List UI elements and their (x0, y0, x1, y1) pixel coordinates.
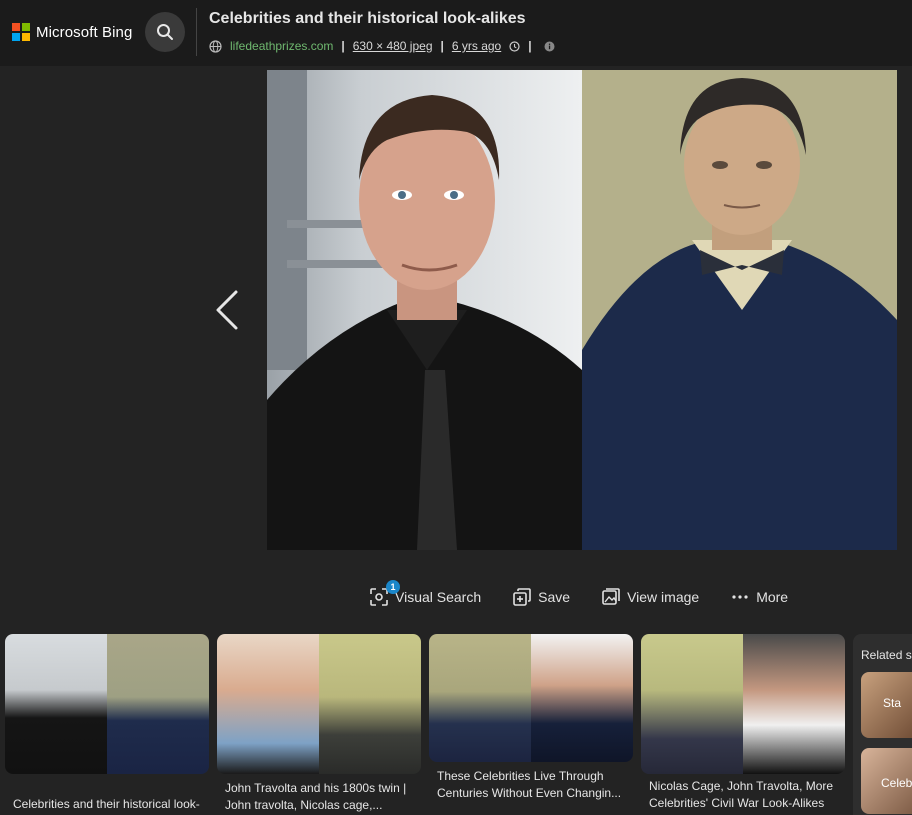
visual-search-icon (370, 588, 388, 606)
visual-search-button[interactable]: 1 Visual Search (370, 580, 482, 606)
search-icon (157, 24, 173, 40)
thumbnail-image (217, 634, 421, 774)
source-link[interactable]: lifedeathprizes.com (230, 39, 333, 53)
brand-name: Microsoft Bing (36, 23, 133, 41)
header-divider (196, 8, 197, 56)
vintage-portrait-photo (582, 70, 897, 550)
search-button[interactable] (145, 12, 185, 52)
meta-separator: | (440, 39, 444, 53)
visual-search-label: Visual Search (395, 589, 482, 605)
related-image-card-2[interactable]: John Travolta and his 1800s twin | John … (217, 634, 421, 814)
thumbnail-caption: John Travolta and his 1800s twin | (225, 781, 407, 795)
related-searches-title: Related s (861, 648, 912, 662)
related-search-card[interactable]: Celeb (861, 748, 912, 814)
image-meta-row: lifedeathprizes.com | 630 × 480 jpeg | 6… (209, 38, 555, 54)
globe-icon (209, 39, 222, 53)
thumbnail-caption: Centuries Without Even Changin... (437, 786, 622, 800)
info-icon[interactable] (544, 41, 555, 52)
thumbnail-image (5, 634, 209, 774)
related-search-label: Sta (883, 696, 902, 710)
thumbnail-caption: John travolta, Nicolas cage,... (225, 798, 383, 812)
meta-separator: | (341, 39, 345, 53)
image-age[interactable]: 6 yrs ago (452, 39, 501, 53)
view-image-icon (602, 588, 620, 605)
view-image-label: View image (627, 589, 700, 605)
thumbnail-caption: Nicolas Cage, John Travolta, More (649, 779, 834, 793)
save-button[interactable]: Save (513, 588, 570, 606)
thumbnail-caption: Celebrities and their historical look- (13, 797, 200, 811)
image-action-bar: 1 Visual Search Save View image More (370, 580, 788, 611)
related-image-card-1[interactable]: Celebrities and their historical look- (5, 634, 209, 813)
bing-logo[interactable]: Microsoft Bing (12, 22, 132, 42)
image-title: Celebrities and their historical look-al… (209, 10, 526, 27)
meta-separator: | (528, 39, 532, 53)
visual-search-badge: 1 (386, 580, 400, 594)
thumbnail-caption: These Celebrities Live Through (437, 769, 604, 783)
save-label: Save (538, 589, 571, 605)
more-label: More (756, 589, 789, 605)
top-header: Microsoft Bing Celebrities and their his… (0, 0, 912, 66)
related-search-label: Celeb (881, 776, 912, 790)
image-dimensions[interactable]: 630 × 480 jpeg (353, 39, 433, 53)
modern-portrait-photo (267, 70, 582, 550)
related-image-card-3[interactable]: These Celebrities Live Through Centuries… (429, 634, 633, 802)
thumbnail-caption: Celebrities' Civil War Look-Alikes (649, 796, 825, 810)
main-image[interactable] (267, 70, 897, 550)
more-button[interactable]: More (731, 588, 788, 606)
related-search-card[interactable]: Sta (861, 672, 912, 738)
history-icon (509, 40, 520, 52)
microsoft-logo-icon (12, 23, 30, 41)
related-image-card-4[interactable]: Nicolas Cage, John Travolta, More Celebr… (641, 634, 845, 812)
related-searches-panel: Related s Sta Celeb (853, 634, 912, 815)
more-dots-icon (732, 595, 748, 599)
previous-image-arrow-icon[interactable] (212, 288, 242, 332)
thumbnail-image (641, 634, 845, 774)
thumbnail-image (429, 634, 633, 762)
view-image-button[interactable]: View image (602, 588, 699, 606)
save-collection-icon (513, 588, 531, 606)
related-images-strip: Celebrities and their historical look- J… (0, 634, 912, 815)
